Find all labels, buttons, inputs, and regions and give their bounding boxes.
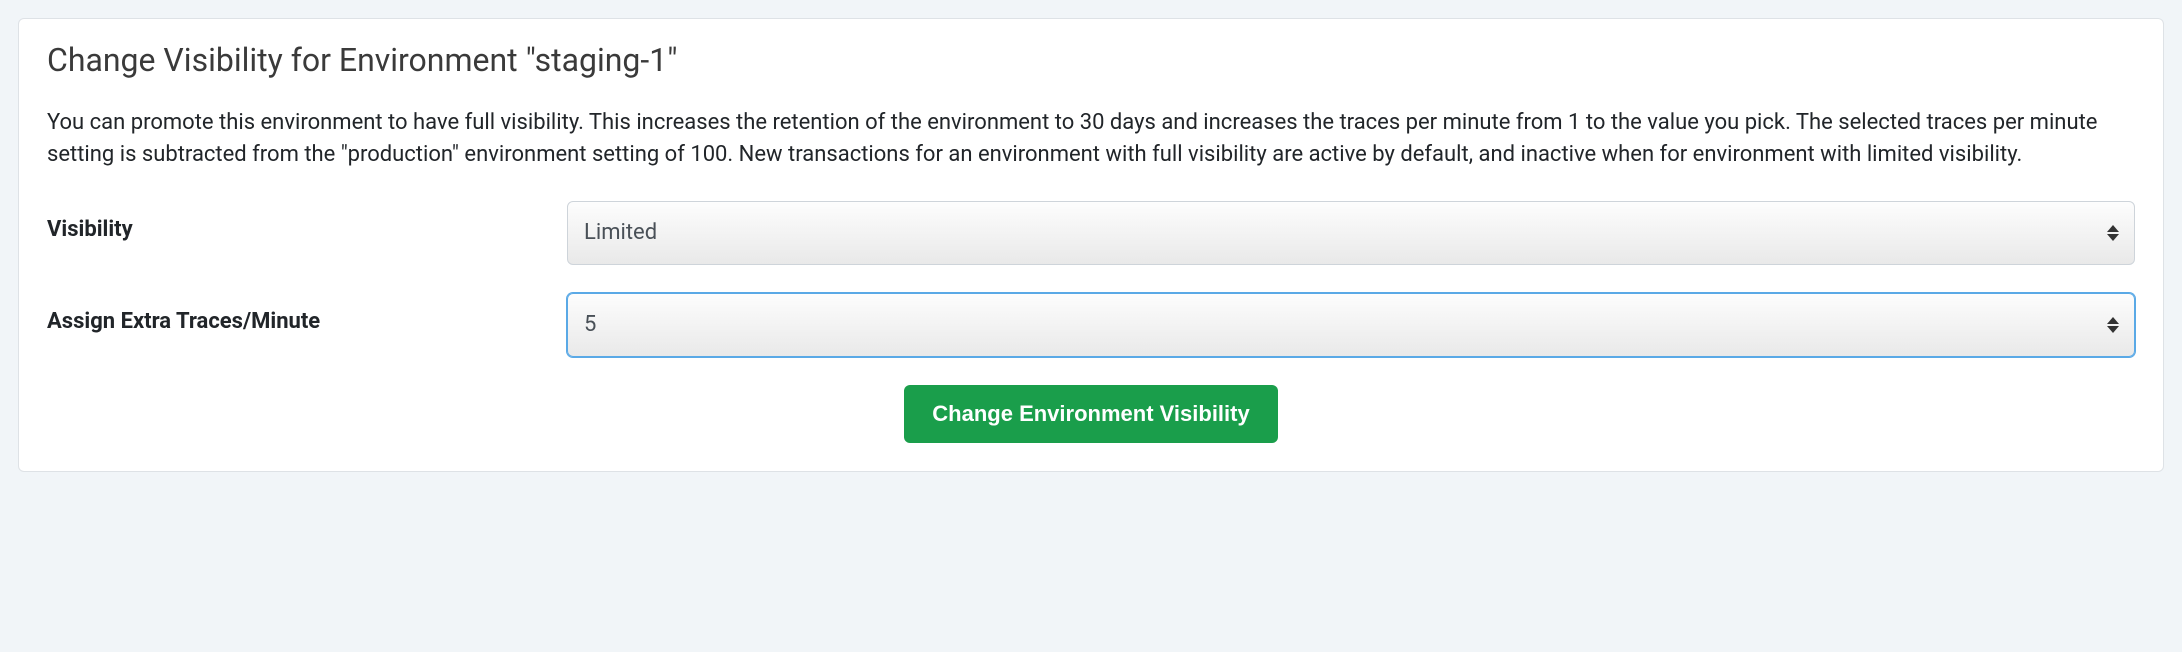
traces-label: Assign Extra Traces/Minute [47, 293, 567, 334]
change-visibility-button[interactable]: Change Environment Visibility [904, 385, 1277, 443]
visibility-select[interactable]: Limited [567, 201, 2135, 265]
visibility-select-wrap: Limited [567, 201, 2135, 265]
traces-row: Assign Extra Traces/Minute 5 [47, 293, 2135, 357]
submit-row: Change Environment Visibility [47, 385, 2135, 443]
traces-select[interactable]: 5 [567, 293, 2135, 357]
visibility-label: Visibility [47, 201, 567, 242]
card-title: Change Visibility for Environment "stagi… [47, 41, 2135, 79]
visibility-row: Visibility Limited [47, 201, 2135, 265]
visibility-card: Change Visibility for Environment "stagi… [18, 18, 2164, 472]
visibility-select-value: Limited [584, 220, 657, 245]
traces-select-wrap: 5 [567, 293, 2135, 357]
card-description: You can promote this environment to have… [47, 107, 2135, 171]
traces-select-value: 5 [584, 312, 596, 337]
